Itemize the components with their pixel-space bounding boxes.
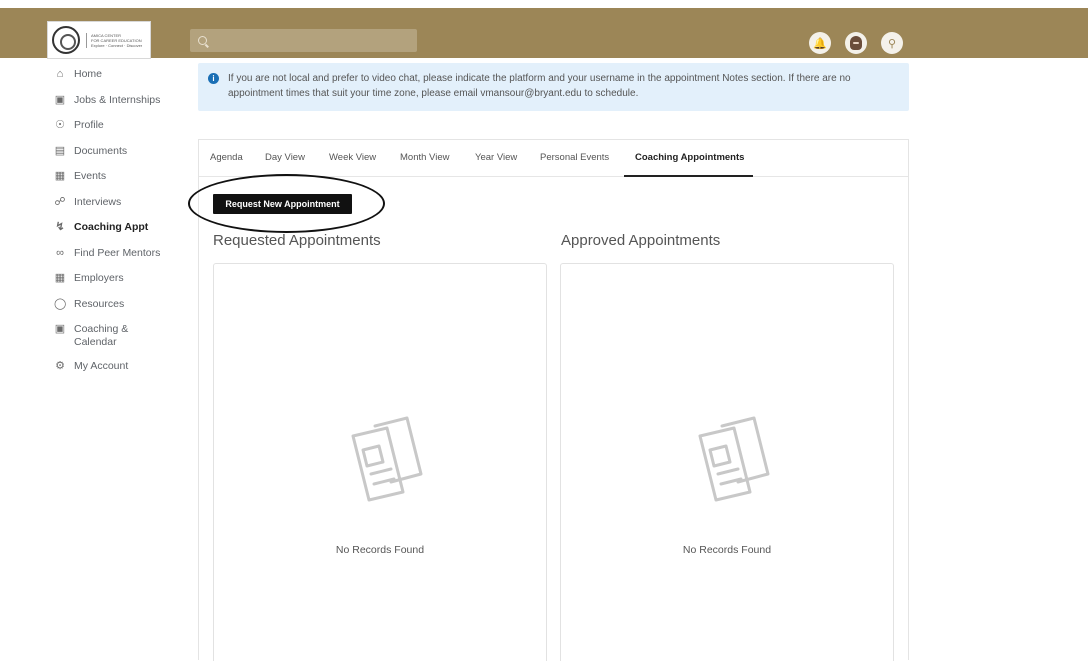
requested-appointments-card: No Records Found xyxy=(213,263,547,661)
sidebar-item-label: Jobs & Internships xyxy=(74,93,161,106)
interviews-icon: ☍ xyxy=(54,195,66,208)
sidebar-item-label: Coaching Appt xyxy=(74,221,149,233)
coaching-icon: ↯ xyxy=(55,221,65,233)
lightbulb-icon: ◯ xyxy=(54,297,67,310)
sidebar-item-label: Coaching & Calendar xyxy=(74,323,129,348)
bell-icon[interactable]: 🔔 xyxy=(809,32,831,54)
sidebar-item-documents[interactable]: ▤ Documents xyxy=(50,145,190,171)
calendar-panel: Agenda Day View Week View Month View Yea… xyxy=(188,139,909,661)
sidebar-item-jobs[interactable]: ▣ Jobs & Internships xyxy=(50,94,190,120)
active-tab-indicator xyxy=(624,175,753,177)
sidebar-item-label: Documents xyxy=(74,144,128,157)
briefcase-icon: ▣ xyxy=(54,93,66,106)
logo-line: Explore · Connect · Discover xyxy=(91,42,143,48)
tab-year-view[interactable]: Year View xyxy=(475,152,517,163)
tab-agenda[interactable]: Agenda xyxy=(210,152,243,163)
sidebar-item-interviews[interactable]: ☍ Interviews xyxy=(50,196,190,222)
sidebar-item-label: My Account xyxy=(74,360,129,372)
search-box[interactable] xyxy=(190,29,417,52)
sidebar-item-label: Interviews xyxy=(74,195,122,208)
empty-documents-icon xyxy=(698,416,770,502)
gear-icon: ⚙ xyxy=(55,360,65,372)
approved-appointments-title: Approved Appointments xyxy=(561,232,721,249)
tab-bar: Agenda Day View Week View Month View Yea… xyxy=(199,140,908,177)
search-icon xyxy=(198,36,207,45)
seal-icon xyxy=(52,26,80,54)
sidebar-item-peer-mentors[interactable]: ∞ Find Peer Mentors xyxy=(50,247,190,273)
sidebar-item-resources[interactable]: ◯ Resources xyxy=(50,298,190,324)
sidebar-item-home[interactable]: ⌂ Home xyxy=(50,68,190,94)
avatar-image xyxy=(850,36,862,50)
document-icon: ▤ xyxy=(54,144,66,157)
sidebar-item-label: Employers xyxy=(74,272,124,284)
sidebar-item-coaching-appt[interactable]: ↯ Coaching Appt xyxy=(50,221,190,247)
sidebar-item-label: Home xyxy=(74,68,103,80)
mentors-icon: ∞ xyxy=(56,246,64,259)
sidebar-item-my-account[interactable]: ⚙ My Account xyxy=(50,360,190,386)
sidebar-item-events[interactable]: ▦ Events xyxy=(50,170,190,196)
calendar-icon: ▣ xyxy=(54,323,66,335)
home-icon: ⌂ xyxy=(56,68,64,80)
sidebar-item-employers[interactable]: ▦ Employers xyxy=(50,272,190,298)
top-header: AMICA CENTER FOR CAREER EDUCATION Explor… xyxy=(0,8,1088,59)
top-margin xyxy=(0,0,1088,8)
sidebar-item-label: Find Peer Mentors xyxy=(74,246,161,259)
sidebar-item-profile[interactable]: ☉ Profile xyxy=(50,119,190,145)
messages-icon[interactable]: ⚲ xyxy=(881,32,903,54)
info-icon: i xyxy=(208,73,219,84)
search-input[interactable] xyxy=(213,34,403,47)
tab-month-view[interactable]: Month View xyxy=(400,152,449,163)
request-new-appointment-button[interactable]: Request New Appointment xyxy=(213,194,352,214)
calendar-icon: ▦ xyxy=(54,170,66,182)
person-icon: ☉ xyxy=(55,119,65,131)
avatar[interactable] xyxy=(845,32,867,54)
tab-coaching-appointments[interactable]: Coaching Appointments xyxy=(635,152,744,163)
building-icon: ▦ xyxy=(54,272,66,284)
approved-empty-text: No Records Found xyxy=(682,544,772,556)
sidebar-item-label: Profile xyxy=(74,119,104,131)
tab-day-view[interactable]: Day View xyxy=(265,152,305,163)
sidebar-item-coaching-calendar[interactable]: ▣ Coaching & Calendar xyxy=(50,323,190,360)
approved-appointments-card: No Records Found xyxy=(560,263,894,661)
sidebar: ⌂ Home ▣ Jobs & Internships ☉ Profile ▤ … xyxy=(50,68,190,386)
tab-week-view[interactable]: Week View xyxy=(329,152,376,163)
requested-empty-text: No Records Found xyxy=(335,544,425,556)
empty-documents-icon xyxy=(351,416,423,502)
logo[interactable]: AMICA CENTER FOR CAREER EDUCATION Explor… xyxy=(47,21,151,59)
logo-text: AMICA CENTER FOR CAREER EDUCATION Explor… xyxy=(86,32,143,48)
tab-personal-events[interactable]: Personal Events xyxy=(540,152,609,163)
logo-line: FOR CAREER EDUCATION xyxy=(91,37,142,43)
sidebar-item-label: Resources xyxy=(74,297,125,310)
sidebar-item-label: Events xyxy=(74,170,107,182)
requested-appointments-title: Requested Appointments xyxy=(213,232,381,249)
info-alert: i If you are not local and prefer to vid… xyxy=(198,63,909,111)
alert-text: If you are not local and prefer to video… xyxy=(228,73,851,99)
